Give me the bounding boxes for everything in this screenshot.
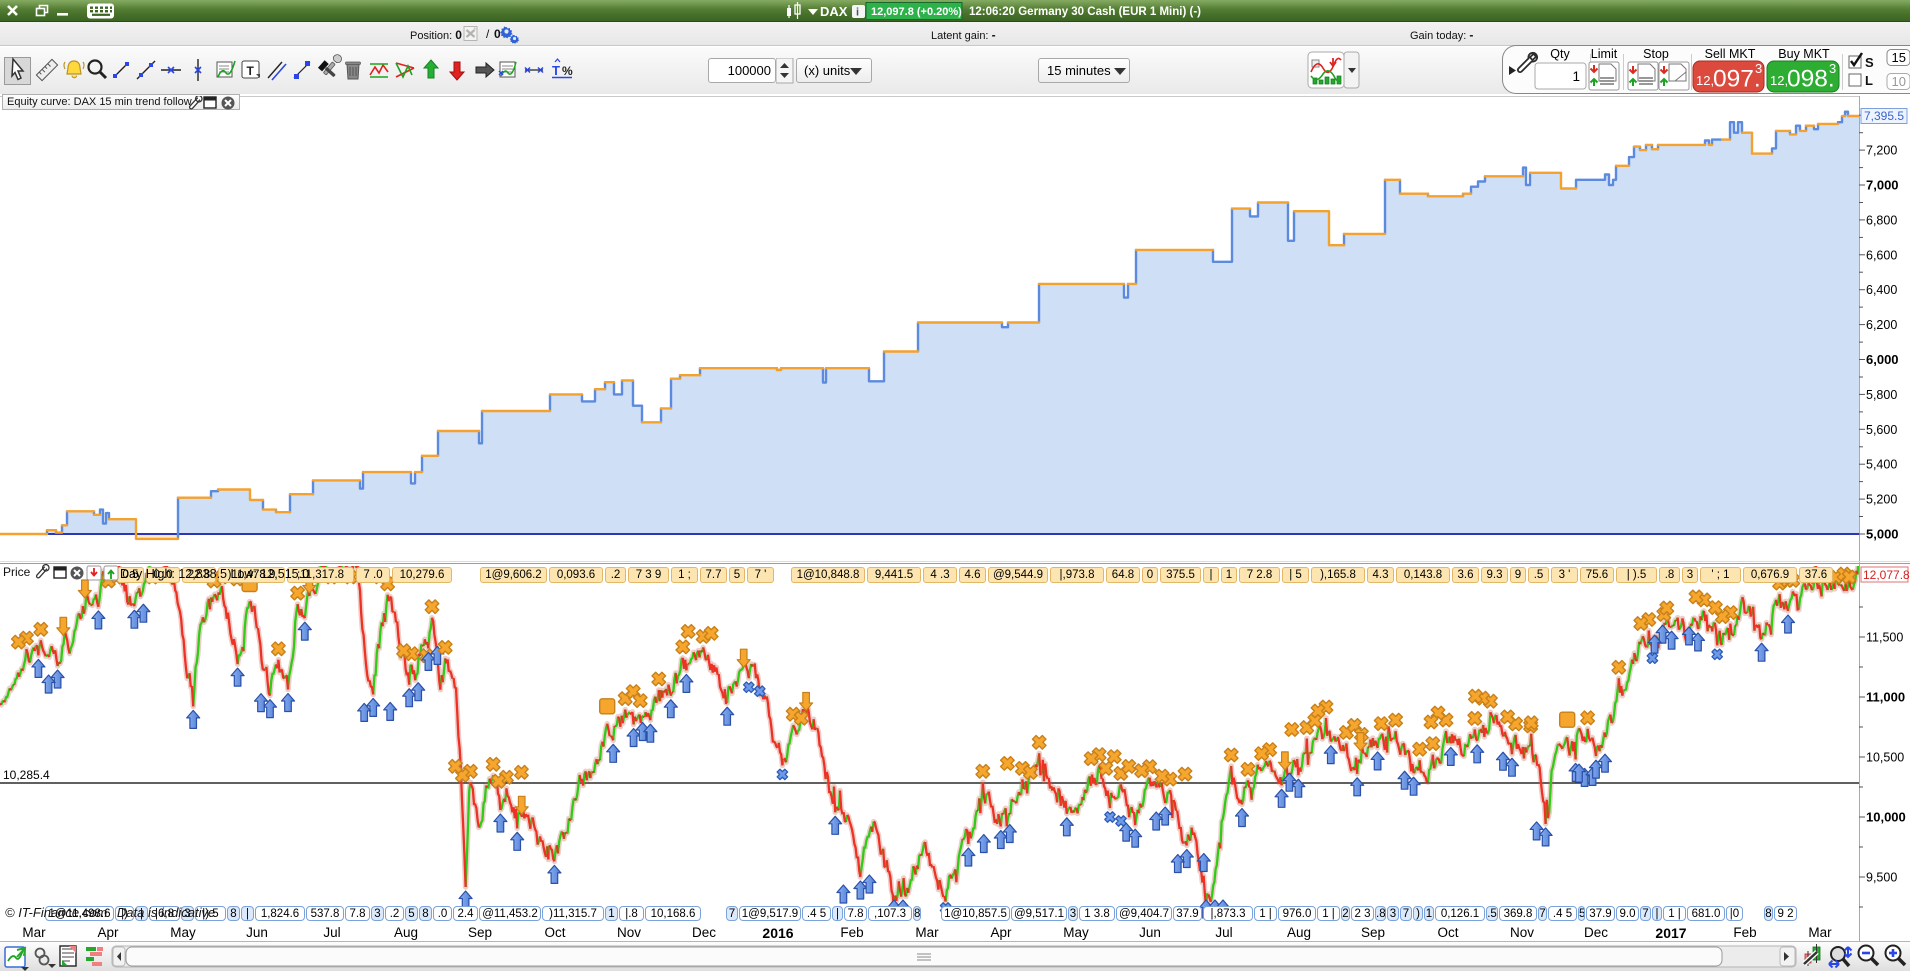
svg-text:3: 3 — [1755, 61, 1762, 76]
svg-text:12,: 12, — [1770, 73, 1788, 88]
svg-text:12:06:20 Germany 30 Cash (EUR: 12:06:20 Germany 30 Cash (EUR 1 Mini) (-… — [969, 6, 1201, 18]
svg-text:i: i — [856, 7, 859, 19]
svg-text:10: 10 — [1892, 74, 1906, 89]
svg-text:0: 0 — [494, 27, 501, 41]
svg-text:7,395.5: 7,395.5 — [1864, 109, 1904, 123]
svg-text:Buy MKT: Buy MKT — [1778, 47, 1830, 61]
svg-text:15: 15 — [1892, 50, 1906, 65]
svg-text:12,077.8: 12,077.8 — [1863, 568, 1910, 582]
svg-text:12,097.8 (+0.20%): 12,097.8 (+0.20%) — [871, 6, 962, 18]
svg-text:7,200: 7,200 — [1866, 144, 1897, 158]
svg-text:%: % — [562, 64, 573, 78]
svg-text:Limit: Limit — [1591, 47, 1618, 61]
svg-text:/: / — [486, 27, 490, 41]
svg-text:11,000: 11,000 — [1866, 690, 1905, 705]
svg-text:6,400: 6,400 — [1866, 283, 1897, 297]
svg-text:Qty: Qty — [1550, 47, 1570, 61]
svg-text:T: T — [247, 64, 255, 78]
svg-text:3: 3 — [1829, 61, 1836, 76]
svg-text:DAX: DAX — [820, 4, 848, 19]
svg-text:12,: 12, — [1696, 73, 1714, 88]
svg-text:Stop: Stop — [1643, 47, 1669, 61]
svg-text:T: T — [552, 63, 560, 78]
svg-text:9,500: 9,500 — [1866, 871, 1897, 885]
svg-text:6,200: 6,200 — [1866, 318, 1897, 332]
svg-text:7,000: 7,000 — [1866, 178, 1899, 193]
svg-text:6,000: 6,000 — [1866, 352, 1899, 367]
svg-text:5,000: 5,000 — [1866, 527, 1899, 542]
svg-text:6,600: 6,600 — [1866, 248, 1897, 262]
svg-text:Day High: 12,838.5 Low: 12,51: Day High: 12,838.5 Low: 12,515.0 — [120, 567, 309, 581]
svg-text:10,500: 10,500 — [1866, 751, 1904, 765]
svg-text:L: L — [1865, 73, 1873, 88]
svg-text:097.: 097. — [1713, 66, 1761, 93]
svg-text:11,500: 11,500 — [1866, 631, 1903, 645]
svg-text:5,600: 5,600 — [1866, 423, 1897, 437]
svg-text:10,000: 10,000 — [1866, 810, 1906, 825]
svg-text:5,400: 5,400 — [1866, 458, 1897, 472]
svg-text:5,200: 5,200 — [1866, 493, 1897, 507]
svg-text:S: S — [1865, 55, 1874, 70]
svg-text:1: 1 — [1572, 69, 1580, 84]
svg-text:098.: 098. — [1787, 66, 1835, 93]
svg-text:Sell MKT: Sell MKT — [1705, 47, 1756, 61]
svg-text:10,285.4: 10,285.4 — [3, 768, 50, 782]
svg-text:6,800: 6,800 — [1866, 213, 1897, 227]
svg-text:5,800: 5,800 — [1866, 388, 1897, 402]
